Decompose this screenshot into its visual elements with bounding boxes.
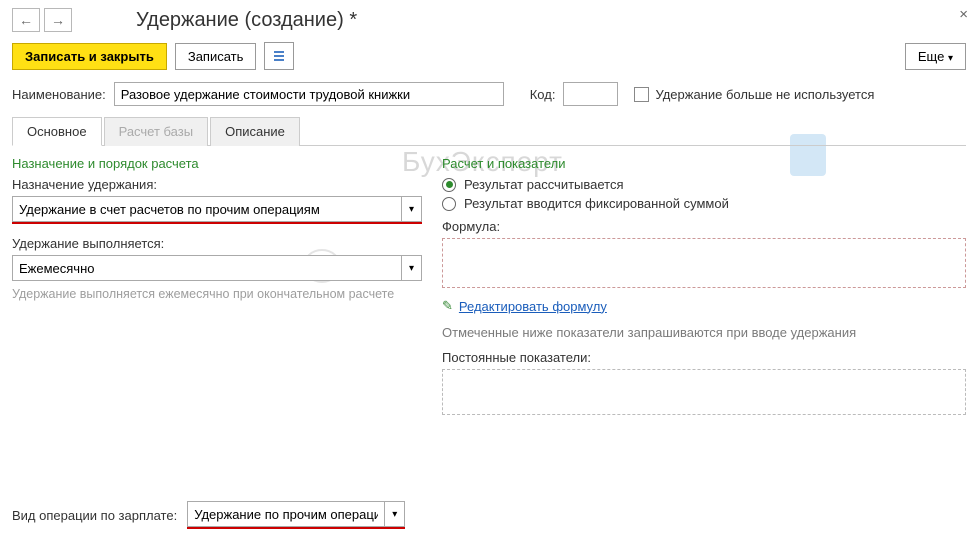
executed-select[interactable]: ▾: [12, 255, 422, 281]
salary-op-input[interactable]: [187, 501, 385, 527]
formula-label: Формула:: [442, 219, 966, 234]
tab-base[interactable]: Расчет базы: [104, 117, 209, 146]
forward-button[interactable]: →: [44, 8, 72, 32]
radio-icon: [442, 197, 456, 211]
edit-formula-link[interactable]: Редактировать формулу: [459, 299, 607, 314]
not-used-checkbox[interactable]: Удержание больше не используется: [634, 87, 874, 102]
back-button[interactable]: ←: [12, 8, 40, 32]
list-icon: [272, 49, 286, 63]
left-section-title: Назначение и порядок расчета: [12, 156, 422, 171]
salary-op-select[interactable]: ▾: [187, 501, 405, 529]
tabs: Основное Расчет базы Описание: [12, 116, 966, 146]
right-section-title: Расчет и показатели: [442, 156, 966, 171]
checkbox-icon: [634, 87, 649, 102]
chevron-down-icon: ▾: [392, 509, 397, 520]
salary-op-label: Вид операции по зарплате:: [12, 508, 177, 523]
executed-input[interactable]: [12, 255, 402, 281]
radio-icon: [442, 178, 456, 192]
salary-op-dropdown-button[interactable]: ▾: [385, 501, 405, 527]
radio-calculated[interactable]: Результат рассчитывается: [442, 177, 966, 192]
chevron-down-icon: ▾: [409, 204, 414, 215]
code-input[interactable]: [563, 82, 618, 106]
const-label: Постоянные показатели:: [442, 350, 966, 365]
purpose-input[interactable]: [12, 196, 402, 222]
name-label: Наименование:: [12, 87, 106, 102]
executed-hint: Удержание выполняется ежемесячно при око…: [12, 287, 422, 301]
not-used-label: Удержание больше не используется: [655, 87, 874, 102]
purpose-dropdown-button[interactable]: ▾: [402, 196, 422, 222]
code-label: Код:: [530, 87, 556, 102]
radio-fixed-label: Результат вводится фиксированной суммой: [464, 196, 729, 211]
chevron-down-icon: ▾: [409, 263, 414, 274]
close-icon[interactable]: ×: [959, 6, 968, 23]
purpose-select[interactable]: ▾: [12, 196, 422, 224]
executed-dropdown-button[interactable]: ▾: [402, 255, 422, 281]
tab-description[interactable]: Описание: [210, 117, 300, 146]
formula-box[interactable]: [442, 238, 966, 288]
tab-main[interactable]: Основное: [12, 117, 102, 146]
page-title: Удержание (создание) *: [136, 9, 357, 32]
radio-fixed[interactable]: Результат вводится фиксированной суммой: [442, 196, 966, 211]
radio-calc-label: Результат рассчитывается: [464, 177, 624, 192]
save-button[interactable]: Записать: [175, 43, 257, 70]
executed-label: Удержание выполняется:: [12, 236, 422, 251]
purpose-label: Назначение удержания:: [12, 177, 422, 192]
const-indicators-box[interactable]: [442, 369, 966, 415]
save-and-close-button[interactable]: Записать и закрыть: [12, 43, 167, 70]
pencil-icon: ✎: [442, 298, 453, 314]
chevron-down-icon: ▾: [948, 53, 953, 64]
name-input[interactable]: [114, 82, 504, 106]
indicators-desc: Отмеченные ниже показатели запрашиваются…: [442, 324, 966, 342]
more-button[interactable]: Еще ▾: [905, 43, 966, 70]
list-button[interactable]: [264, 42, 294, 70]
